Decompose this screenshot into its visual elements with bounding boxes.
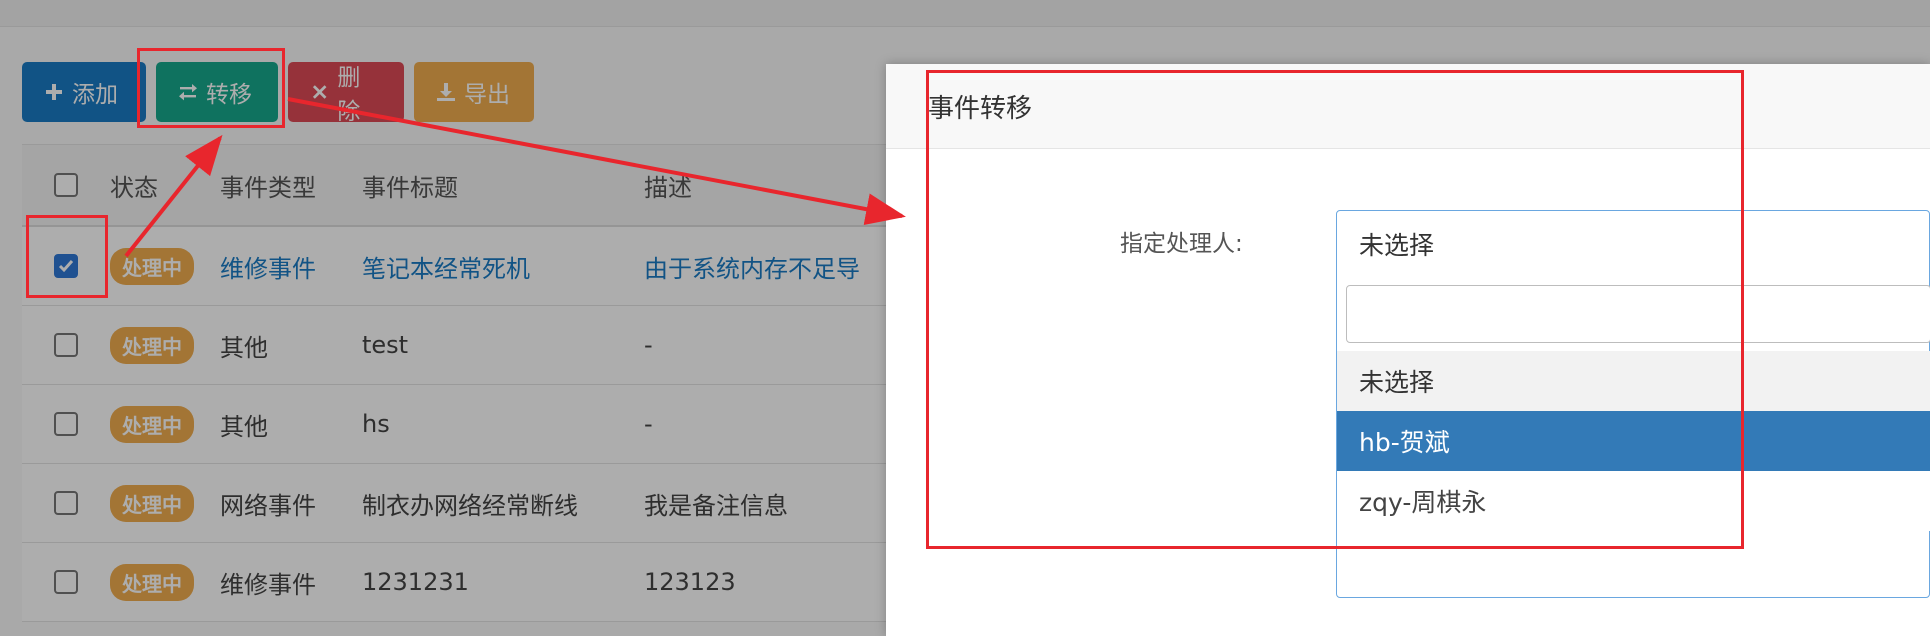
arrow-checkbox-to-transfer xyxy=(124,134,223,258)
arrow-transfer-to-dialog xyxy=(287,97,906,225)
annotation-arrows xyxy=(124,97,906,258)
